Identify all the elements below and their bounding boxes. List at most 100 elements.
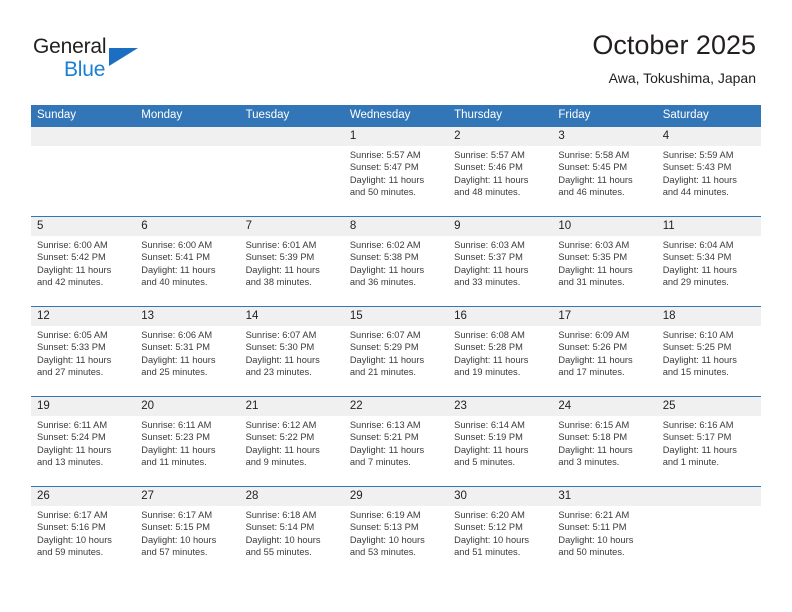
day-cell[interactable]: Sunrise: 6:03 AM Sunset: 5:35 PM Dayligh… [552,236,657,307]
day-cell[interactable]: Sunrise: 6:15 AM Sunset: 5:18 PM Dayligh… [552,416,657,487]
day-number[interactable]: 2 [448,127,553,146]
day-number[interactable]: 31 [552,486,657,506]
day-cell[interactable]: Sunrise: 6:17 AM Sunset: 5:15 PM Dayligh… [135,506,240,576]
day-number[interactable]: 27 [135,486,240,506]
day-cell[interactable]: Sunrise: 6:02 AM Sunset: 5:38 PM Dayligh… [343,236,449,307]
day-number[interactable]: 6 [135,216,240,236]
daylight-text: Daylight: 10 hours [454,534,530,545]
day-cell[interactable]: Sunrise: 6:11 AM Sunset: 5:24 PM Dayligh… [31,416,136,487]
day-cell[interactable]: Sunrise: 6:03 AM Sunset: 5:37 PM Dayligh… [448,236,553,307]
day-cell[interactable] [656,506,761,576]
week-detail-row: Sunrise: 6:11 AM Sunset: 5:24 PM Dayligh… [31,416,761,487]
day-number[interactable]: 16 [448,306,553,326]
day-cell[interactable]: Sunrise: 6:19 AM Sunset: 5:13 PM Dayligh… [343,506,449,576]
day-number[interactable]: 7 [239,216,344,236]
day-cell[interactable]: Sunrise: 6:00 AM Sunset: 5:41 PM Dayligh… [135,236,240,307]
daylight-text-cont: and 50 minutes. [558,546,625,557]
daylight-text-cont: and 15 minutes. [662,366,729,377]
sunrise-text: Sunrise: 6:12 AM [245,420,317,430]
day-number[interactable]: 30 [448,486,553,506]
day-number[interactable]: 17 [552,306,657,326]
day-number[interactable]: 20 [135,396,240,416]
day-cell[interactable] [31,146,136,217]
week-date-row: 5 6 7 8 9 10 11 [31,216,761,236]
day-number[interactable]: 22 [343,396,449,416]
day-number[interactable]: 11 [656,216,761,236]
day-cell[interactable]: Sunrise: 5:58 AM Sunset: 5:45 PM Dayligh… [552,146,657,217]
daylight-text-cont: and 53 minutes. [349,546,416,557]
day-cell[interactable]: Sunrise: 6:14 AM Sunset: 5:19 PM Dayligh… [448,416,553,487]
day-number[interactable] [135,127,240,146]
day-cell[interactable]: Sunrise: 6:10 AM Sunset: 5:25 PM Dayligh… [656,326,761,397]
day-cell[interactable]: Sunrise: 6:20 AM Sunset: 5:12 PM Dayligh… [448,506,553,576]
daylight-text-cont: and 33 minutes. [454,276,521,287]
sunrise-text: Sunrise: 6:00 AM [141,240,213,250]
day-cell[interactable]: Sunrise: 6:18 AM Sunset: 5:14 PM Dayligh… [239,506,344,576]
day-cell[interactable]: Sunrise: 6:17 AM Sunset: 5:16 PM Dayligh… [31,506,136,576]
day-cell[interactable]: Sunrise: 6:09 AM Sunset: 5:26 PM Dayligh… [552,326,657,397]
sunrise-text: Sunrise: 6:00 AM [37,240,108,250]
day-cell[interactable]: Sunrise: 6:04 AM Sunset: 5:34 PM Dayligh… [656,236,761,307]
sunset-text: Sunset: 5:14 PM [245,522,315,533]
day-cell[interactable]: Sunrise: 5:59 AM Sunset: 5:43 PM Dayligh… [656,146,761,217]
day-number[interactable]: 28 [239,486,344,506]
daylight-text: Daylight: 11 hours [558,354,633,365]
day-number[interactable]: 4 [656,127,761,146]
sunrise-text: Sunrise: 6:06 AM [141,330,213,340]
day-cell[interactable]: Sunrise: 6:13 AM Sunset: 5:21 PM Dayligh… [343,416,449,487]
sunrise-text: Sunrise: 6:09 AM [558,330,630,340]
sunset-text: Sunset: 5:13 PM [349,522,419,533]
day-cell[interactable]: Sunrise: 5:57 AM Sunset: 5:46 PM Dayligh… [448,146,553,217]
day-cell[interactable]: Sunrise: 6:16 AM Sunset: 5:17 PM Dayligh… [656,416,761,487]
day-number[interactable]: 26 [31,486,136,506]
day-number[interactable]: 5 [31,216,136,236]
sunset-text: Sunset: 5:39 PM [245,252,315,263]
day-number[interactable]: 14 [239,306,344,326]
day-number[interactable]: 1 [343,127,449,146]
weekday-header-wednesday: Wednesday [343,105,449,127]
sunset-text: Sunset: 5:47 PM [349,162,419,173]
sunset-text: Sunset: 5:41 PM [141,252,211,263]
day-number[interactable] [239,127,344,146]
day-number[interactable]: 29 [343,486,449,506]
daylight-text: Daylight: 11 hours [141,264,216,275]
brand-logo[interactable]: General Blue [33,36,213,92]
day-number[interactable]: 15 [343,306,449,326]
day-number[interactable] [656,486,761,506]
sunrise-text: Sunrise: 5:58 AM [558,150,630,160]
daylight-text-cont: and 44 minutes. [662,186,729,197]
day-cell[interactable] [239,146,344,217]
daylight-text: Daylight: 11 hours [662,444,737,455]
day-cell[interactable]: Sunrise: 6:11 AM Sunset: 5:23 PM Dayligh… [135,416,240,487]
sunrise-text: Sunrise: 6:07 AM [349,330,421,340]
daylight-text: Daylight: 11 hours [37,354,112,365]
day-cell[interactable]: Sunrise: 6:12 AM Sunset: 5:22 PM Dayligh… [239,416,344,487]
day-number[interactable]: 21 [239,396,344,416]
day-cell[interactable]: Sunrise: 6:00 AM Sunset: 5:42 PM Dayligh… [31,236,136,307]
day-number[interactable]: 18 [656,306,761,326]
day-cell[interactable]: Sunrise: 6:05 AM Sunset: 5:33 PM Dayligh… [31,326,136,397]
day-number[interactable]: 24 [552,396,657,416]
day-cell[interactable]: Sunrise: 6:07 AM Sunset: 5:30 PM Dayligh… [239,326,344,397]
day-number[interactable]: 13 [135,306,240,326]
day-number[interactable]: 19 [31,396,136,416]
day-cell[interactable]: Sunrise: 5:57 AM Sunset: 5:47 PM Dayligh… [343,146,449,217]
day-cell[interactable] [135,146,240,217]
daylight-text: Daylight: 11 hours [37,264,112,275]
day-number[interactable]: 25 [656,396,761,416]
day-number[interactable]: 23 [448,396,553,416]
day-cell[interactable]: Sunrise: 6:01 AM Sunset: 5:39 PM Dayligh… [239,236,344,307]
day-cell[interactable]: Sunrise: 6:21 AM Sunset: 5:11 PM Dayligh… [552,506,657,576]
day-number[interactable]: 9 [448,216,553,236]
sunrise-text: Sunrise: 6:21 AM [558,510,630,520]
day-number[interactable]: 12 [31,306,136,326]
day-number[interactable]: 3 [552,127,657,146]
day-cell[interactable]: Sunrise: 6:06 AM Sunset: 5:31 PM Dayligh… [135,326,240,397]
day-number[interactable] [31,127,136,146]
day-number[interactable]: 8 [343,216,449,236]
day-cell[interactable]: Sunrise: 6:08 AM Sunset: 5:28 PM Dayligh… [448,326,553,397]
day-cell[interactable]: Sunrise: 6:07 AM Sunset: 5:29 PM Dayligh… [343,326,449,397]
daylight-text: Daylight: 11 hours [141,354,216,365]
sunset-text: Sunset: 5:34 PM [662,252,732,263]
day-number[interactable]: 10 [552,216,657,236]
